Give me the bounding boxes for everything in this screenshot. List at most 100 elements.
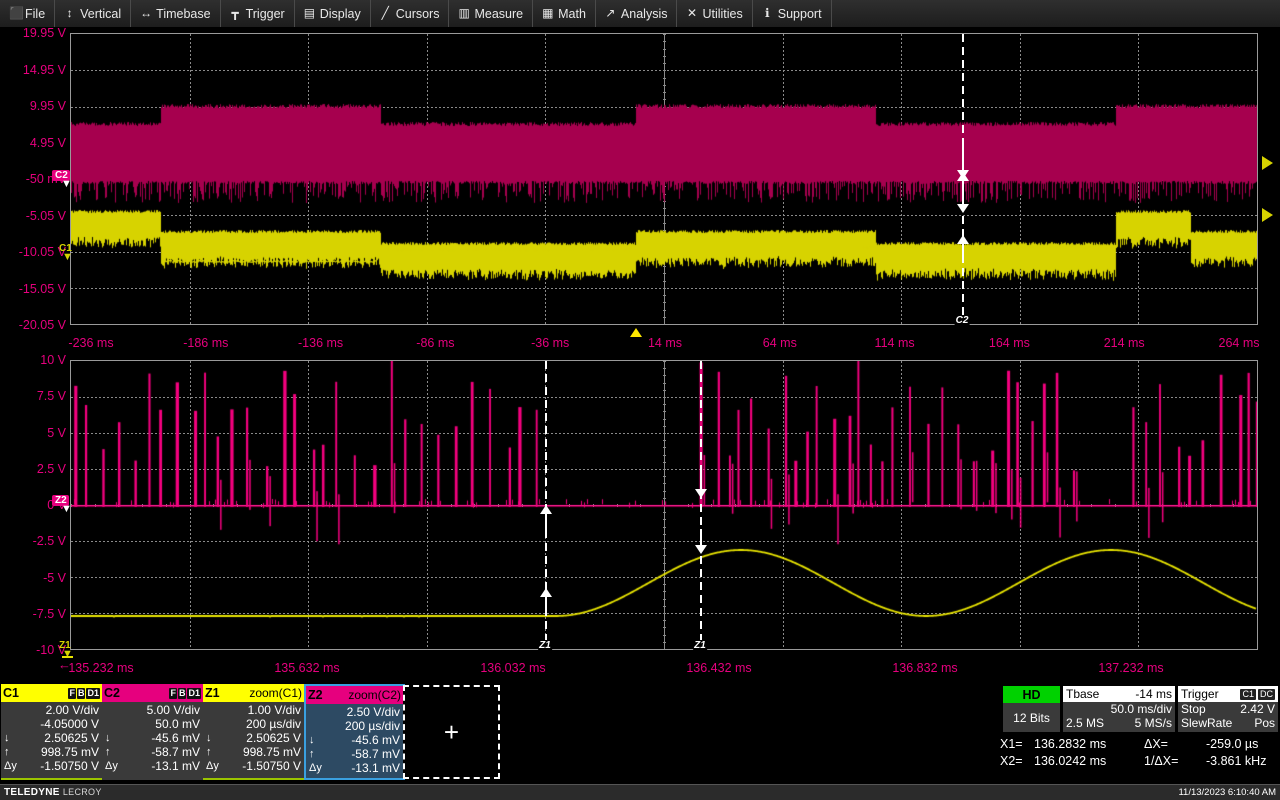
menu-item-label: Cursors [396, 7, 440, 21]
descriptor-box-c2[interactable]: C2FBD15.00 V/div50.0 mV ↓ -45.6 mV↑-58.7 m… [102, 684, 203, 780]
descriptor-values: 1.00 V/div200 µs/div↓2.50625 V↑998.75 mV… [203, 702, 304, 773]
descriptor-header-z2[interactable]: Z2zoom(C2) [306, 686, 403, 704]
trigger-source-badge: C1 [1240, 689, 1256, 700]
timebase-box[interactable]: Tbase -14 ms 50.0 ms/div 2.5 MS 5 MS/s [1063, 686, 1175, 732]
taskbar: TELEDYNE LECROY 11/13/2023 6:10:40 AM [0, 784, 1280, 800]
descriptor-row-value: 2.00 V/div [46, 703, 99, 717]
descriptor-box-z2[interactable]: Z2zoom(C2)2.50 V/div200 µs/div↓-45.6 mV↑… [304, 684, 405, 780]
trigger-box[interactable]: Trigger C1 DC Stop 2.42 V SlewRate Pos [1178, 686, 1278, 732]
descriptor-row: 2.00 V/div [4, 703, 99, 717]
descriptor-row-label: Δy [309, 761, 322, 775]
descriptor-row-value: 50.0 mV [155, 717, 200, 731]
cursor-icon: ╱ [380, 7, 391, 20]
descriptor-underline [203, 778, 304, 780]
menu-item-analysis[interactable]: ↗Analysis [596, 0, 678, 27]
cursor-line-z1-right[interactable] [700, 361, 702, 649]
descriptor-row: Δy-13.1 mV [309, 761, 400, 775]
menu-item-cursors[interactable]: ╱ Cursors [371, 0, 450, 27]
descriptor-header-c2[interactable]: C2FBD1 [102, 684, 203, 702]
bottom-y-label: 2.5 V [37, 462, 66, 476]
channel-marker-c1[interactable]: C1 ▼ [56, 243, 74, 254]
channel-marker-c2-arrow-icon: ▼ [61, 180, 72, 189]
trigger-mode: SlewRate [1181, 716, 1232, 730]
descriptor-flag-d1[interactable]: D1 [86, 688, 100, 699]
descriptor-row-value: 200 µs/div [345, 719, 400, 733]
menu-item-vertical[interactable]: ↕Vertical [55, 0, 131, 27]
menu-item-math[interactable]: ▦Math [533, 0, 596, 27]
timebase-scale-row: 50.0 ms/div [1063, 702, 1175, 716]
descriptor-flag-b[interactable]: B [178, 688, 187, 699]
offset-marker-right-top-icon[interactable] [1262, 156, 1273, 170]
measure-icon: ▥ [458, 7, 469, 20]
menu-bar: ⬛File↕Vertical↔Timebase┳Trigger▤Display╱… [0, 0, 1280, 28]
top-x-label: 264 ms [1219, 336, 1260, 350]
menu-item-label: Display [320, 7, 361, 21]
descriptor-row: -4.05000 V [4, 717, 99, 731]
trigger-position-marker-icon[interactable] [630, 328, 642, 337]
descriptor-row-value: 998.75 mV [41, 745, 99, 759]
dx-label: ΔX= [1144, 736, 1206, 753]
descriptor-row-label: Δy [4, 759, 17, 773]
math-calculator-icon: ▦ [542, 7, 553, 20]
channel-marker-z1[interactable]: Z1 ▼ [56, 640, 73, 651]
trigger-header: Trigger C1 DC [1178, 686, 1278, 702]
offset-marker-right-bottom-icon[interactable] [1262, 208, 1273, 222]
descriptor-row-value: 998.75 mV [243, 745, 301, 759]
timebase-samplerate: 5 MS/s [1135, 716, 1172, 730]
plus-icon: + [444, 717, 459, 748]
menu-item-trigger[interactable]: ┳Trigger [221, 0, 295, 27]
descriptor-box-z1[interactable]: Z1zoom(C1)1.00 V/div200 µs/div↓2.50625 V… [203, 684, 304, 780]
bottom-y-label: -7.5 V [33, 607, 66, 621]
channel-marker-z2[interactable]: Z2 ▼ [52, 495, 69, 506]
channel-marker-z2-arrow-icon: ▼ [61, 505, 72, 514]
menu-item-file[interactable]: ⬛File [0, 0, 55, 27]
cursor-arrow-down-2-icon [957, 204, 969, 213]
cursor-right-stem-1 [700, 473, 702, 491]
descriptor-box-c1[interactable]: C1FBD12.00 V/div-4.05000 V↓2.50625 V↑998… [1, 684, 102, 780]
descriptor-flag-f[interactable]: F [169, 688, 177, 699]
descriptor-row-label: ↓ [105, 731, 111, 745]
descriptor-row-value: -4.05000 V [40, 717, 99, 731]
menu-item-label: Support [778, 7, 822, 21]
hd-mode-box[interactable]: HD 12 Bits [1003, 686, 1060, 732]
descriptor-row: 2.50 V/div [309, 705, 400, 719]
menu-item-support[interactable]: ℹSupport [753, 0, 832, 27]
menu-item-measure[interactable]: ▥Measure [449, 0, 533, 27]
cursor-left-stem-1 [545, 513, 547, 531]
x1-label: X1= [1000, 736, 1034, 753]
descriptor-name: Z1 [205, 686, 220, 700]
horizontal-arrows-icon: ↔ [140, 7, 151, 20]
menu-item-timebase[interactable]: ↔Timebase [131, 0, 220, 27]
descriptor-row: ↑-58.7 mV [309, 747, 400, 761]
descriptor-row: ↓2.50625 V [206, 731, 301, 745]
descriptor-header-z1[interactable]: Z1zoom(C1) [203, 684, 304, 702]
descriptor-row: ↑998.75 mV [206, 745, 301, 759]
descriptor-row-value: -45.6 mV [151, 731, 200, 745]
add-channel-button[interactable]: + [403, 685, 500, 779]
top-y-label: 14.95 V [23, 63, 66, 77]
trigger-slope-icon: ┳ [230, 7, 241, 20]
timebase-scale: 50.0 ms/div [1111, 702, 1172, 716]
bottom-x-label: 135.632 ms [274, 661, 339, 675]
menu-item-display[interactable]: ▤Display [295, 0, 371, 27]
bottom-y-label: 7.5 V [37, 389, 66, 403]
descriptor-flag-d1[interactable]: D1 [187, 688, 201, 699]
bottom-y-label: -2.5 V [33, 534, 66, 548]
descriptor-flag-f[interactable]: F [68, 688, 76, 699]
descriptor-header-c1[interactable]: C1FBD1 [1, 684, 102, 702]
timebase-title: Tbase [1066, 687, 1099, 701]
descriptor-row-value: -1.50750 V [40, 759, 99, 773]
bottom-waveform-grid[interactable] [70, 360, 1258, 650]
descriptor-row-label: Δy [105, 759, 118, 773]
zoom-region-arrow-icon: ← [58, 657, 71, 672]
descriptor-row: ↑-58.7 mV [105, 745, 200, 759]
menu-item-utilities[interactable]: ✕Utilities [677, 0, 752, 27]
top-waveform-grid[interactable] [70, 33, 1258, 325]
descriptor-row: 5.00 V/div [105, 703, 200, 717]
descriptor-flag-b[interactable]: B [77, 688, 86, 699]
descriptor-row-value: -45.6 mV [351, 733, 400, 747]
hd-bits-label: 12 Bits [1003, 703, 1060, 732]
cursor-left-stem-2 [545, 596, 547, 614]
top-x-label: 164 ms [989, 336, 1030, 350]
channel-marker-c2[interactable]: C2 ▼ [52, 170, 70, 181]
